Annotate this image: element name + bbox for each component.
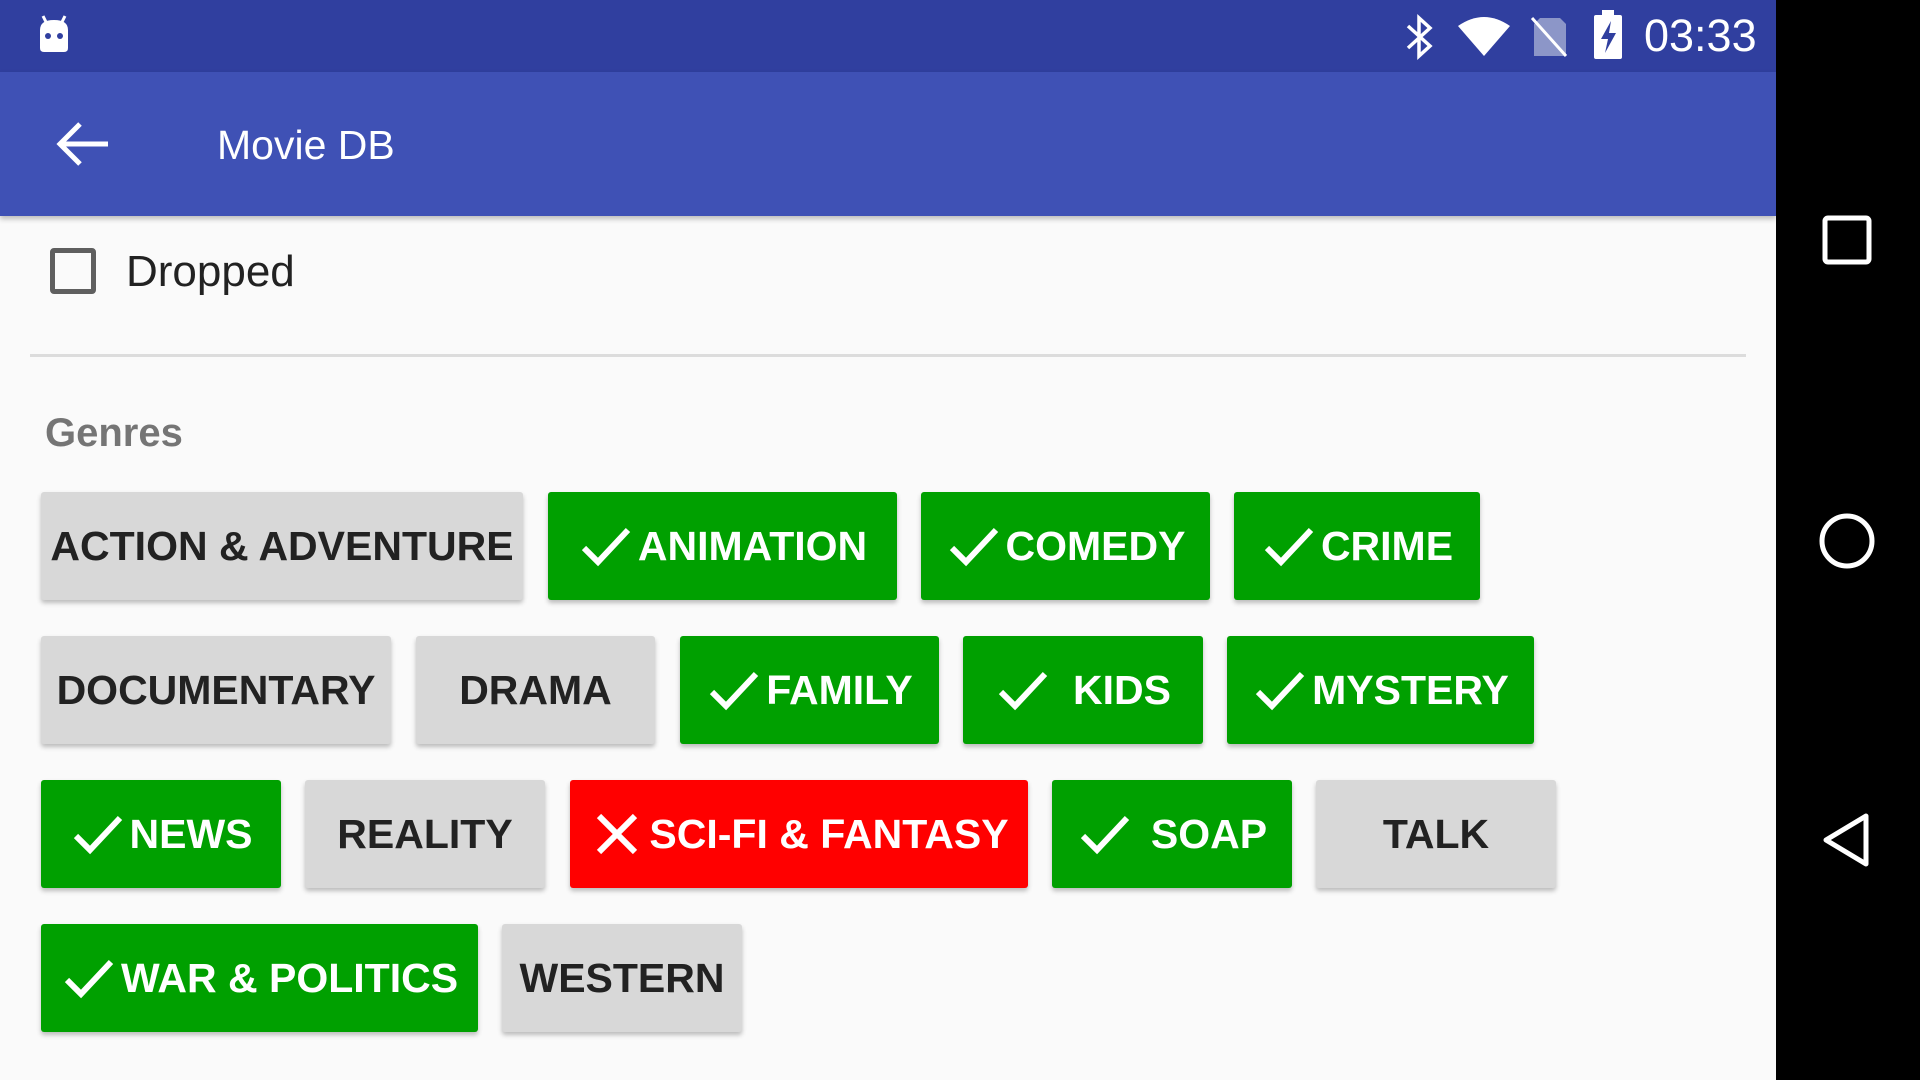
genre-chip[interactable]: SOAP <box>1052 780 1292 888</box>
genre-chip-label: TALK <box>1382 810 1490 857</box>
status-bar: 03:33 <box>0 0 1776 72</box>
home-circle-icon[interactable] <box>1816 510 1878 572</box>
dropped-label: Dropped <box>126 247 295 296</box>
genre-chip[interactable]: WAR & POLITICS <box>41 924 478 1032</box>
genre-chip-label: FAMILY <box>766 666 913 713</box>
genre-chip[interactable]: KIDS <box>963 636 1203 744</box>
check-icon <box>995 662 1051 718</box>
check-icon <box>1261 518 1317 574</box>
genre-chip[interactable]: FAMILY <box>680 636 939 744</box>
genre-chip[interactable]: DRAMA <box>416 636 655 744</box>
no-sim-icon <box>1530 16 1568 58</box>
back-triangle-icon[interactable] <box>1818 810 1874 870</box>
genre-chip-label: WAR & POLITICS <box>120 954 459 1001</box>
check-icon <box>61 950 117 1006</box>
app-screen: 03:33 Movie DB Dropped Genres ACTION & A… <box>0 0 1776 1080</box>
genre-chip-label: ANIMATION <box>637 522 868 569</box>
genre-chip-label: NEWS <box>129 810 253 857</box>
genre-chip[interactable]: MYSTERY <box>1227 636 1534 744</box>
status-time: 03:33 <box>1644 10 1757 61</box>
dropped-checkbox-box[interactable] <box>50 248 96 294</box>
android-debug-icon <box>34 14 74 54</box>
arrow-back-icon[interactable] <box>52 116 116 172</box>
check-icon <box>706 662 762 718</box>
check-icon <box>1252 662 1308 718</box>
genre-chip-label: COMEDY <box>1005 522 1186 569</box>
divider <box>30 354 1746 357</box>
genres-title: Genres <box>45 411 183 455</box>
genre-chip-label: MYSTERY <box>1312 666 1509 713</box>
genre-chip[interactable]: ANIMATION <box>548 492 897 600</box>
check-icon <box>1077 806 1133 862</box>
genre-chip[interactable]: SCI-FI & FANTASY <box>570 780 1028 888</box>
genre-chip-label: SCI-FI & FANTASY <box>649 810 1009 857</box>
check-icon <box>578 518 634 574</box>
check-icon <box>946 518 1002 574</box>
bluetooth-icon <box>1402 14 1438 60</box>
genre-chip[interactable]: REALITY <box>305 780 545 888</box>
genre-chip-label: WESTERN <box>519 954 725 1001</box>
genre-chip[interactable]: NEWS <box>41 780 281 888</box>
close-icon <box>589 806 645 862</box>
genre-chip[interactable]: CRIME <box>1234 492 1480 600</box>
genre-chip[interactable]: WESTERN <box>502 924 742 1032</box>
genre-chip-label: SOAP <box>1150 810 1268 857</box>
genre-chip-label: REALITY <box>337 810 513 857</box>
genre-chip[interactable]: DOCUMENTARY <box>41 636 391 744</box>
genre-chip-label: KIDS <box>1073 666 1171 713</box>
check-icon <box>70 806 126 862</box>
genre-chip-label: ACTION & ADVENTURE <box>50 522 514 569</box>
battery-charging-icon <box>1592 10 1624 60</box>
genre-chip[interactable]: ACTION & ADVENTURE <box>41 492 523 600</box>
genre-chip[interactable]: TALK <box>1316 780 1556 888</box>
genre-chip-label: DOCUMENTARY <box>56 666 376 713</box>
recents-square-icon[interactable] <box>1821 214 1873 266</box>
wifi-icon <box>1456 16 1512 58</box>
genre-chip-label: CRIME <box>1320 522 1454 569</box>
genre-chip-label: DRAMA <box>459 666 612 713</box>
app-title: Movie DB <box>217 122 395 168</box>
genre-chip[interactable]: COMEDY <box>921 492 1210 600</box>
